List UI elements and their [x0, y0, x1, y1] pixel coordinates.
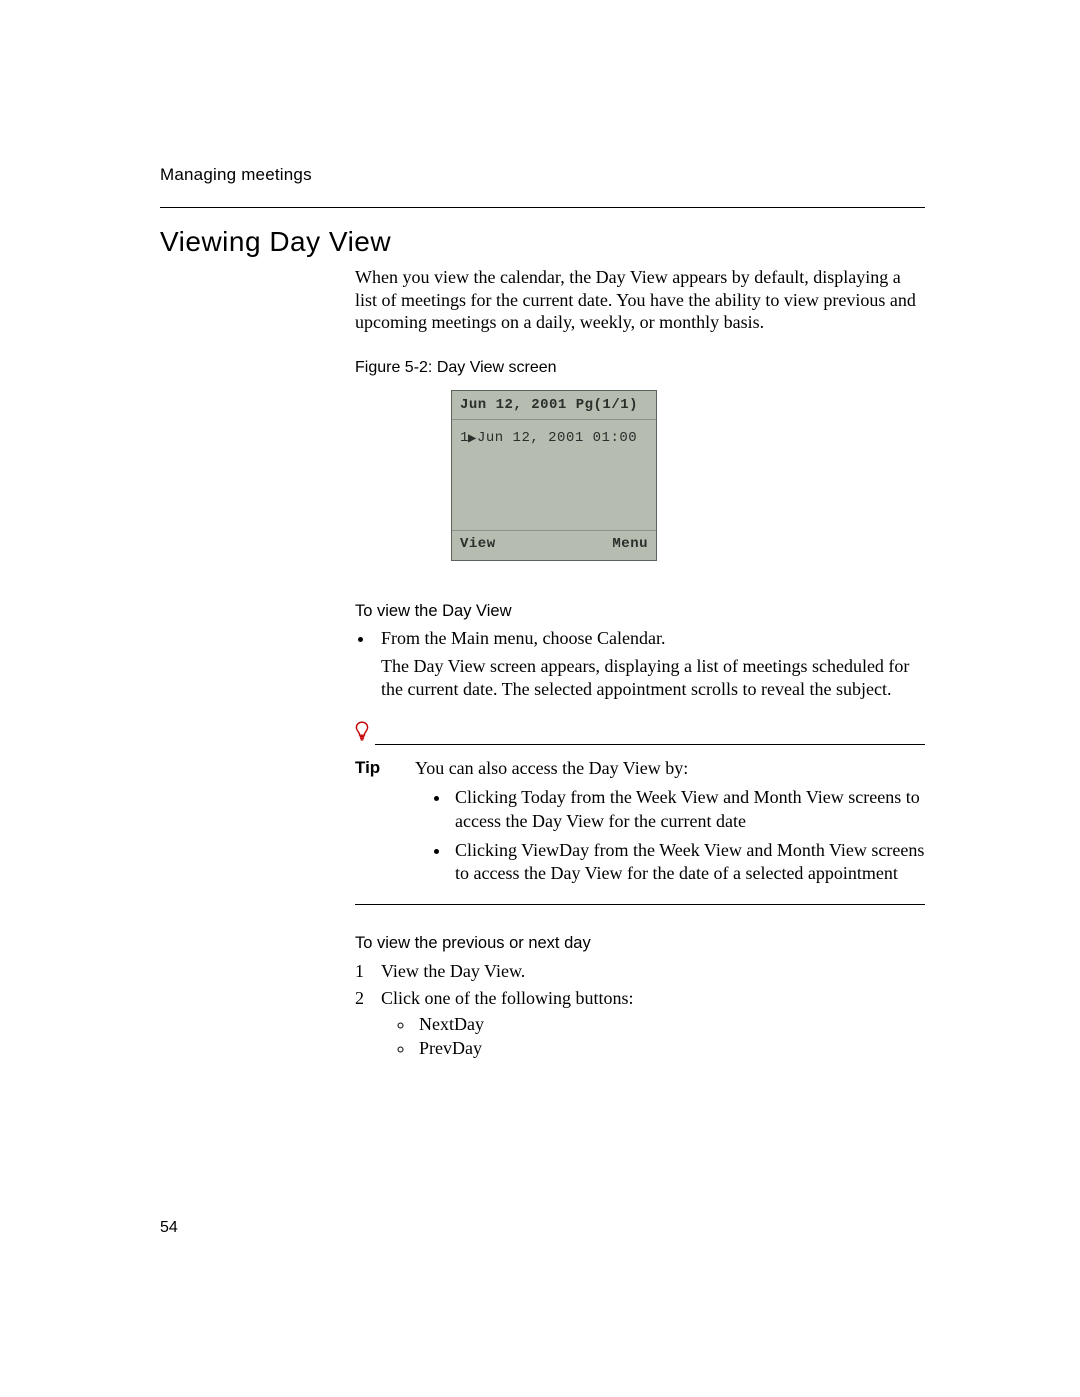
- chapter-header: Managing meetings: [160, 165, 925, 185]
- tip-list: Clicking Today from the Week View and Mo…: [415, 786, 925, 886]
- procedure-list-view-day: From the Main menu, choose Calendar. The…: [355, 627, 925, 701]
- tip-label: Tip: [355, 757, 395, 892]
- screen-row-index: 1: [460, 430, 468, 448]
- body-block: When you view the calendar, the Day View…: [355, 266, 925, 1061]
- procedure-step: Click one of the following buttons: Next…: [355, 986, 925, 1061]
- tip-rule-row: [355, 721, 925, 747]
- tip-list-item: Clicking Today from the Week View and Mo…: [451, 786, 925, 833]
- procedure-step: View the Day View.: [355, 959, 925, 983]
- header-rule: [160, 207, 925, 208]
- cursor-icon: ▶: [468, 431, 477, 449]
- procedure-sub-list: NextDay PrevDay: [391, 1012, 925, 1061]
- screen-footer: View Menu: [452, 530, 656, 560]
- procedure-sub-item: NextDay: [415, 1012, 925, 1036]
- screen-row-text: Jun 12, 2001 01:00: [477, 430, 637, 446]
- section-title: Viewing Day View: [160, 226, 925, 258]
- day-view-screen-figure: Jun 12, 2001 Pg(1/1) 1▶Jun 12, 2001 01:0…: [451, 390, 657, 561]
- page-number: 54: [160, 1219, 178, 1237]
- tip-top-rule: [375, 744, 925, 745]
- tip-content: Tip You can also access the Day View by:…: [355, 757, 925, 892]
- procedure-step-text: From the Main menu, choose Calendar.: [381, 628, 665, 648]
- screen-header: Jun 12, 2001 Pg(1/1): [452, 391, 656, 421]
- procedure-heading-prev-next: To view the previous or next day: [355, 933, 925, 954]
- tip-bottom-rule: [355, 904, 925, 905]
- procedure-heading-view-day: To view the Day View: [355, 601, 925, 622]
- tip-body: You can also access the Day View by: Cli…: [415, 757, 925, 892]
- intro-paragraph: When you view the calendar, the Day View…: [355, 266, 925, 334]
- lightbulb-icon: [355, 721, 369, 747]
- softkey-menu: Menu: [612, 536, 648, 554]
- tip-list-item: Clicking ViewDay from the Week View and …: [451, 839, 925, 886]
- procedure-step-text: Click one of the following buttons:: [381, 988, 633, 1008]
- tip-lead: You can also access the Day View by:: [415, 757, 925, 780]
- procedure-step: From the Main menu, choose Calendar. The…: [375, 627, 925, 701]
- procedure-ordered-list: View the Day View. Click one of the foll…: [355, 959, 925, 1060]
- screen-body: 1▶Jun 12, 2001 01:00: [452, 420, 656, 530]
- figure-caption: Figure 5-2: Day View screen: [355, 358, 925, 378]
- tip-block: Tip You can also access the Day View by:…: [355, 721, 925, 904]
- document-page: Managing meetings Viewing Day View When …: [0, 0, 1080, 1397]
- procedure-sub-item: PrevDay: [415, 1036, 925, 1060]
- procedure-description: The Day View screen appears, displaying …: [381, 655, 925, 702]
- softkey-view: View: [460, 536, 496, 554]
